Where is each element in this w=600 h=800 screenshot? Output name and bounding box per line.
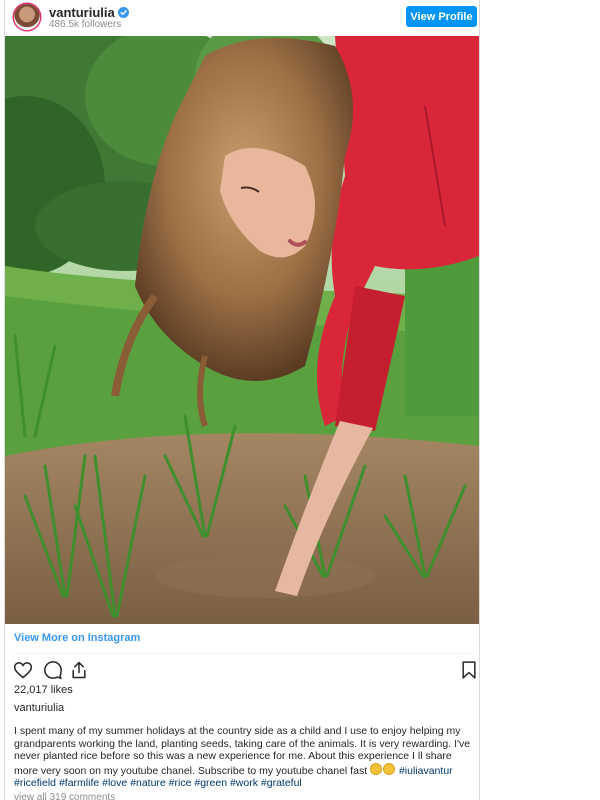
hashtags-line-2[interactable]: #farmlife #love #nature #rice #green #wo…	[59, 777, 302, 789]
view-all-comments-link[interactable]: view all 319 comments	[14, 792, 115, 800]
smile-emoji-icon	[383, 762, 396, 775]
view-more-on-instagram-link[interactable]: View More on Instagram	[14, 632, 140, 644]
smile-emoji-icon	[370, 762, 383, 775]
post-photo[interactable]	[5, 36, 479, 624]
follower-count: 486.5k followers	[49, 19, 122, 30]
profile-username[interactable]: vanturiulia	[49, 5, 129, 20]
caption-username[interactable]: vanturiulia	[14, 702, 64, 714]
verified-badge-icon	[117, 7, 129, 18]
instagram-embed-card: vanturiulia 486.5k followers View Profil…	[4, 0, 480, 800]
comment-icon[interactable]	[43, 660, 63, 680]
profile-avatar[interactable]	[14, 4, 40, 30]
post-header: vanturiulia 486.5k followers View Profil…	[5, 0, 479, 36]
rice-paddy-photo	[5, 36, 479, 624]
heart-icon[interactable]	[13, 660, 33, 680]
divider	[14, 653, 473, 654]
view-profile-button[interactable]: View Profile	[406, 6, 477, 27]
action-bar	[13, 660, 477, 682]
like-count[interactable]: 22,017 likes	[14, 684, 73, 696]
username-text[interactable]: vanturiulia	[49, 5, 115, 20]
share-icon[interactable]	[69, 660, 89, 680]
post-caption: I spent many of my summer holidays at th…	[14, 725, 476, 790]
bookmark-icon[interactable]	[459, 660, 479, 680]
